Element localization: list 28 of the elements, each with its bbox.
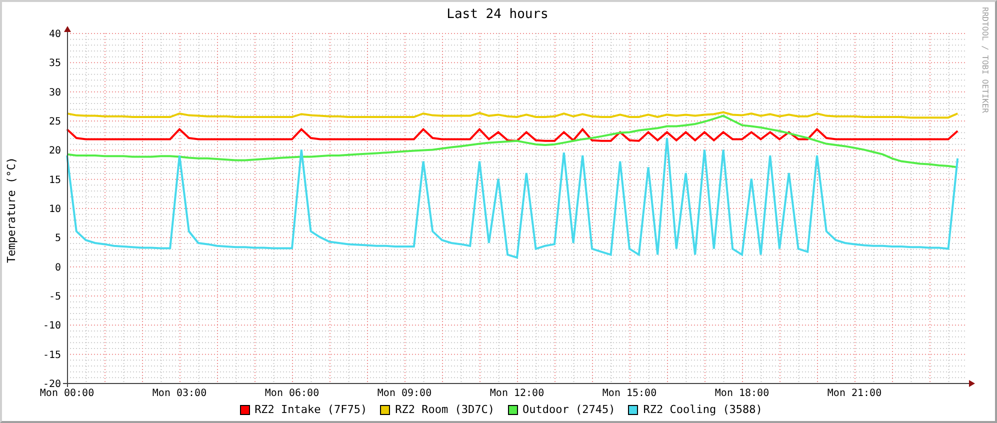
tick-label: 10: [48, 204, 61, 215]
tick-label: Mon 03:00: [152, 388, 207, 398]
tick-label: 25: [48, 116, 61, 128]
tick-label: Mon 15:00: [602, 388, 657, 398]
tick-label: -5: [48, 292, 61, 302]
legend-label: RZ2 Cooling (3588): [643, 403, 762, 416]
tick-label: 20: [48, 146, 61, 157]
legend-label: RZ2 Intake (7F75): [254, 403, 368, 416]
tick-label: -10: [42, 320, 61, 332]
chart-title: Last 24 hours: [446, 6, 550, 22]
tick-label: Mon 12:00: [490, 388, 544, 398]
tick-label: 30: [48, 87, 61, 98]
credit-text: RRDTOOL / TOBI OETIKER: [980, 7, 990, 113]
tick-label: Mon 18:00: [714, 388, 770, 398]
tick-label: -20: [42, 379, 61, 390]
legend-label: RZ2 Room (3D7C): [395, 403, 494, 416]
tick-label: -15: [42, 350, 61, 361]
tick-label: Mon 00:00: [40, 388, 94, 398]
tick-label: 15: [48, 174, 61, 186]
tick-label: Mon 21:00: [827, 388, 882, 398]
tick-label: 0: [54, 262, 61, 274]
tick-label: 35: [48, 58, 61, 70]
tick-label: 5: [54, 233, 61, 244]
axis-title: Temperature (°C): [4, 157, 18, 263]
legend-label: Outdoor (2745): [522, 403, 616, 416]
tick-label: 40: [48, 29, 61, 40]
tick-label: Mon 06:00: [264, 388, 320, 398]
tick-label: Mon 09:00: [377, 388, 432, 398]
